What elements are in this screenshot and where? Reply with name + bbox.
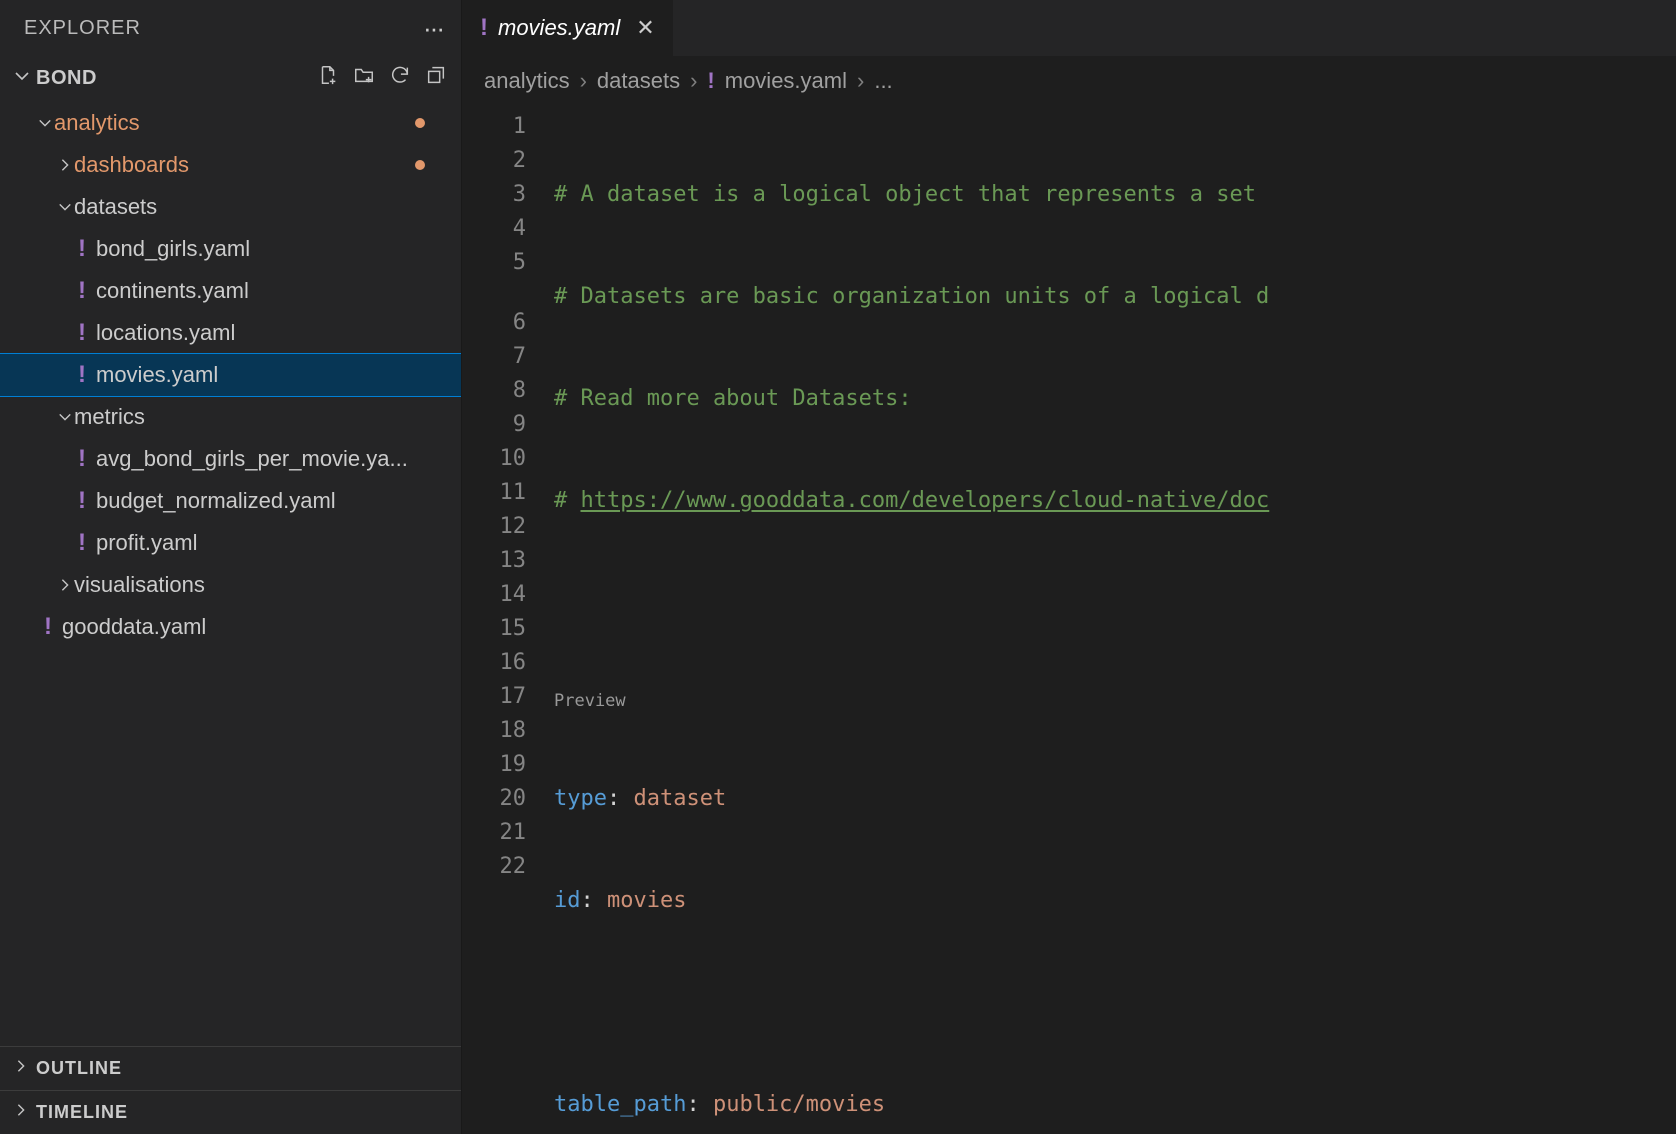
code-text: # Read more about Datasets: [554,386,912,411]
code-link[interactable]: https://www.gooddata.com/developers/clou… [581,488,1270,513]
tree-label: locations.yaml [96,320,451,346]
new-file-icon[interactable] [317,64,339,92]
tree-label: datasets [74,194,461,220]
tree-file-gooddata[interactable]: ! gooddata.yaml [0,606,461,648]
chevron-right-icon [14,1059,28,1078]
chevron-right-icon [56,158,74,172]
code-text: table_path [554,1092,686,1117]
chevron-down-icon [36,116,54,130]
yaml-icon: ! [68,529,96,557]
more-actions-icon[interactable]: ··· [423,13,443,44]
tree-folder-visualisations[interactable]: visualisations [0,564,461,606]
chevron-right-icon [56,578,74,592]
collapse-all-icon[interactable] [425,64,447,92]
line-gutter: 12345 678910 1112131415 1617181920 2122 [462,110,554,1134]
chevron-down-icon [56,200,74,214]
code-editor[interactable]: 12345 678910 1112131415 1617181920 2122 … [462,106,1676,1134]
code-text: id [554,888,581,913]
tree-file-movies[interactable]: ! movies.yaml [0,354,461,396]
modified-dot-icon [415,118,425,128]
breadcrumb-item[interactable]: analytics [484,68,570,94]
tree-file-budget[interactable]: ! budget_normalized.yaml [0,480,461,522]
explorer-title: EXPLORER [24,17,141,40]
timeline-label: TIMELINE [36,1102,128,1123]
tree-folder-dashboards[interactable]: dashboards [0,144,461,186]
chevron-down-icon [56,410,74,424]
chevron-right-icon: › [857,68,864,94]
file-tree: analytics dashboards datasets ! bond_gir… [0,100,461,1046]
codelens-preview[interactable]: Preview [554,688,1676,714]
tab-bar: ! movies.yaml ✕ [462,0,1676,56]
chevron-right-icon: › [580,68,587,94]
yaml-icon: ! [68,361,96,389]
refresh-icon[interactable] [389,64,411,92]
yaml-icon: ! [68,319,96,347]
breadcrumb[interactable]: analytics › datasets › ! movies.yaml › .… [462,56,1676,106]
code-text: # Datasets are basic organization units … [554,284,1269,309]
code-text: # [554,488,581,513]
chevron-right-icon [14,1103,28,1122]
breadcrumb-item[interactable]: ... [874,68,892,94]
explorer-sidebar: EXPLORER ··· BOND analytics dashboards [0,0,462,1134]
code-text: movies [607,888,686,913]
tree-folder-analytics[interactable]: analytics [0,102,461,144]
breadcrumb-item[interactable]: datasets [597,68,680,94]
tree-label: movies.yaml [96,362,451,388]
tree-label: avg_bond_girls_per_movie.ya... [96,446,451,472]
outline-label: OUTLINE [36,1058,122,1079]
yaml-icon: ! [68,277,96,305]
close-icon[interactable]: ✕ [636,15,654,41]
new-folder-icon[interactable] [353,64,375,92]
chevron-down-icon [14,67,30,90]
code-text: # A dataset is a logical object that rep… [554,182,1269,207]
tree-folder-metrics[interactable]: metrics [0,396,461,438]
modified-dot-icon [415,160,425,170]
tree-label: budget_normalized.yaml [96,488,451,514]
tree-file-continents[interactable]: ! continents.yaml [0,270,461,312]
yaml-icon: ! [68,445,96,473]
yaml-icon: ! [34,613,62,641]
tab-movies[interactable]: ! movies.yaml ✕ [462,0,674,56]
tree-label: profit.yaml [96,530,451,556]
code-text: public/movies [713,1092,885,1117]
editor-pane: ! movies.yaml ✕ analytics › datasets › !… [462,0,1676,1134]
timeline-section[interactable]: TIMELINE [0,1090,461,1134]
tab-filename: movies.yaml [498,15,620,41]
yaml-icon: ! [707,68,714,94]
tree-file-avg-bond[interactable]: ! avg_bond_girls_per_movie.ya... [0,438,461,480]
code-lines[interactable]: # A dataset is a logical object that rep… [554,110,1676,1134]
tree-label: continents.yaml [96,278,451,304]
tree-file-profit[interactable]: ! profit.yaml [0,522,461,564]
tree-label: analytics [54,110,461,136]
tree-label: dashboards [74,152,461,178]
tree-label: bond_girls.yaml [96,236,451,262]
project-header[interactable]: BOND [0,56,461,100]
yaml-icon: ! [68,235,96,263]
tree-label: gooddata.yaml [62,614,461,640]
project-name: BOND [36,67,97,90]
explorer-header: EXPLORER ··· [0,0,461,56]
yaml-icon: ! [68,487,96,515]
yaml-icon: ! [480,14,488,42]
breadcrumb-item[interactable]: movies.yaml [725,68,847,94]
tree-file-locations[interactable]: ! locations.yaml [0,312,461,354]
code-text: dataset [633,786,726,811]
tree-label: visualisations [74,572,461,598]
chevron-right-icon: › [690,68,697,94]
outline-section[interactable]: OUTLINE [0,1046,461,1090]
code-text: type [554,786,607,811]
tree-folder-datasets[interactable]: datasets [0,186,461,228]
tree-label: metrics [74,404,461,430]
tree-file-bond-girls[interactable]: ! bond_girls.yaml [0,228,461,270]
